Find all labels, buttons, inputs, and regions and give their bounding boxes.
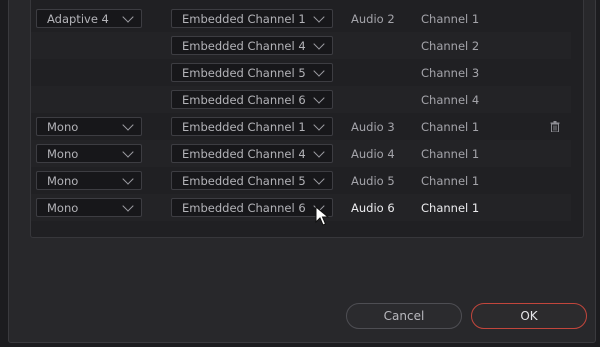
track-type-label: Mono <box>47 173 79 188</box>
embedded-channel-label: Embedded Channel 1 <box>182 119 306 134</box>
channel-label: Channel 1 <box>421 120 480 134</box>
mapping-row: Embedded Channel 4 Channel 2 <box>31 32 571 59</box>
embedded-channel-label: Embedded Channel 5 <box>182 173 306 188</box>
trash-icon[interactable] <box>550 121 560 132</box>
chevron-down-icon <box>122 199 134 212</box>
embedded-channel-dropdown[interactable]: Embedded Channel 6 <box>171 90 333 109</box>
audio-track-label: Audio 4 <box>351 147 395 161</box>
chevron-down-icon <box>122 118 134 131</box>
mapping-row: Embedded Channel 5 Channel 3 <box>31 59 571 86</box>
embedded-channel-label: Embedded Channel 6 <box>182 200 306 215</box>
chevron-down-icon <box>313 118 325 131</box>
track-type-label: Mono <box>47 200 79 215</box>
embedded-channel-dropdown[interactable]: Embedded Channel 6 <box>171 198 333 217</box>
cancel-button[interactable]: Cancel <box>346 303 462 329</box>
channel-label: Channel 1 <box>421 201 480 215</box>
chevron-down-icon <box>122 145 134 158</box>
channel-mapping-list: Adaptive 4 Embedded Channel 1 Audio 2 Ch… <box>30 0 584 238</box>
channel-label: Channel 1 <box>421 12 480 26</box>
embedded-channel-label: Embedded Channel 4 <box>182 146 306 161</box>
track-type-label: Adaptive 4 <box>47 11 109 26</box>
embedded-channel-dropdown[interactable]: Embedded Channel 4 <box>171 144 333 163</box>
channel-label: Channel 4 <box>421 93 480 107</box>
audio-mapping-dialog: Adaptive 4 Embedded Channel 1 Audio 2 Ch… <box>8 0 596 343</box>
track-type-dropdown[interactable]: Mono <box>36 198 142 217</box>
channel-label: Channel 3 <box>421 66 480 80</box>
channel-label: Channel 2 <box>421 39 480 53</box>
chevron-down-icon <box>313 91 325 104</box>
chevron-down-icon <box>122 172 134 185</box>
channel-label: Channel 1 <box>421 147 480 161</box>
chevron-down-icon <box>313 37 325 50</box>
track-type-dropdown[interactable]: Mono <box>36 171 142 190</box>
embedded-channel-label: Embedded Channel 5 <box>182 65 306 80</box>
chevron-down-icon <box>313 145 325 158</box>
embedded-channel-label: Embedded Channel 1 <box>182 11 306 26</box>
mapping-row: Mono Embedded Channel 6 Audio 6 Channel … <box>31 194 571 221</box>
embedded-channel-label: Embedded Channel 6 <box>182 92 306 107</box>
embedded-channel-dropdown[interactable]: Embedded Channel 1 <box>171 117 333 136</box>
chevron-down-icon <box>313 10 325 23</box>
audio-track-label: Audio 3 <box>351 120 395 134</box>
track-type-label: Mono <box>47 119 79 134</box>
audio-track-label: Audio 6 <box>351 201 395 215</box>
track-type-dropdown[interactable]: Mono <box>36 117 142 136</box>
track-type-label: Mono <box>47 146 79 161</box>
channel-label: Channel 1 <box>421 174 480 188</box>
mapping-row: Mono Embedded Channel 1 Audio 3 Channel … <box>31 113 571 140</box>
embedded-channel-dropdown[interactable]: Embedded Channel 1 <box>171 9 333 28</box>
embedded-channel-dropdown[interactable]: Embedded Channel 5 <box>171 63 333 82</box>
chevron-down-icon <box>313 64 325 77</box>
embedded-channel-dropdown[interactable]: Embedded Channel 4 <box>171 36 333 55</box>
embedded-channel-dropdown[interactable]: Embedded Channel 5 <box>171 171 333 190</box>
mapping-row: Embedded Channel 6 Channel 4 <box>31 86 571 113</box>
audio-track-label: Audio 2 <box>351 12 395 26</box>
ok-button[interactable]: OK <box>471 303 587 329</box>
mouse-pointer-icon <box>315 206 330 226</box>
track-type-dropdown[interactable]: Adaptive 4 <box>36 9 142 28</box>
chevron-down-icon <box>122 10 134 23</box>
mapping-row: Mono Embedded Channel 5 Audio 5 Channel … <box>31 167 571 194</box>
mapping-row: Adaptive 4 Embedded Channel 1 Audio 2 Ch… <box>31 5 571 32</box>
mapping-row: Mono Embedded Channel 4 Audio 4 Channel … <box>31 140 571 167</box>
embedded-channel-label: Embedded Channel 4 <box>182 38 306 53</box>
track-type-dropdown[interactable]: Mono <box>36 144 142 163</box>
chevron-down-icon <box>313 172 325 185</box>
audio-track-label: Audio 5 <box>351 174 395 188</box>
